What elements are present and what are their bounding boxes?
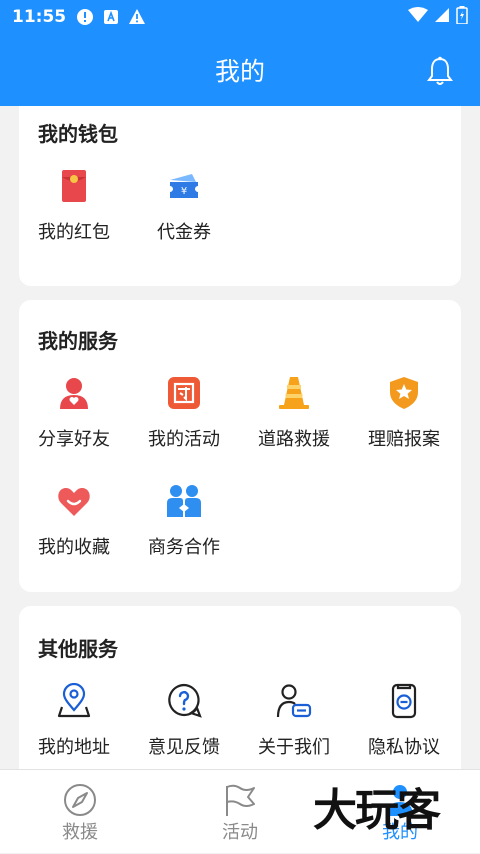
item-label: 代金券	[157, 222, 211, 243]
item-label: 关于我们	[258, 737, 330, 758]
status-time: 11:55	[12, 7, 67, 27]
services-card: 我的服务 分享好友 我的活动 道路救援 理赔报案 我的收藏 商务合作	[19, 300, 461, 592]
compass-icon	[62, 782, 98, 818]
services-title: 我的服务	[38, 329, 118, 353]
privacy-doc-icon	[349, 683, 459, 725]
svg-text:¥: ¥	[181, 186, 187, 197]
item-label: 我的收藏	[38, 537, 110, 558]
tab-activity[interactable]: 活动	[160, 770, 320, 854]
item-label: 我的红包	[38, 222, 110, 243]
item-label: 意见反馈	[148, 737, 220, 758]
service-item-share[interactable]: 分享好友	[19, 375, 129, 465]
item-label: 分享好友	[38, 429, 110, 450]
wallet-item-red-packet[interactable]: 我的红包	[19, 168, 129, 258]
red-packet-icon	[19, 168, 129, 210]
signal-icon	[434, 7, 450, 27]
other-item-about[interactable]: 关于我们	[239, 683, 349, 769]
status-bar: 11:55	[0, 0, 480, 34]
wallet-title: 我的钱包	[38, 122, 118, 146]
item-label: 商务合作	[148, 537, 220, 558]
wifi-icon	[408, 7, 428, 27]
tab-label: 救援	[62, 822, 98, 843]
service-item-activity[interactable]: 我的活动	[129, 375, 239, 465]
watermark-logo: 大玩客	[313, 785, 441, 836]
my-activity-icon	[129, 375, 239, 417]
app-bar: 我的	[0, 34, 480, 106]
item-label: 我的地址	[38, 737, 110, 758]
other-services-card: 其他服务 我的地址 意见反馈 关于我们 隐私协议	[19, 606, 461, 769]
tab-rescue[interactable]: 救援	[0, 770, 160, 854]
share-friend-icon	[19, 375, 129, 417]
feedback-icon	[129, 683, 239, 725]
flag-icon	[222, 782, 258, 818]
claim-shield-icon	[349, 375, 459, 417]
heart-icon	[19, 483, 129, 525]
wallet-item-voucher[interactable]: ¥ 代金券	[129, 168, 239, 258]
item-label: 道路救援	[258, 429, 330, 450]
other-item-address[interactable]: 我的地址	[19, 683, 129, 769]
bell-icon[interactable]	[426, 56, 454, 86]
a-box-icon	[102, 8, 120, 26]
page-title: 我的	[214, 57, 265, 86]
wallet-card: 我的钱包 我的红包 ¥ 代金券	[19, 106, 461, 286]
service-item-cooperation[interactable]: 商务合作	[129, 483, 239, 573]
tab-label: 活动	[222, 822, 258, 843]
item-label: 理赔报案	[368, 429, 440, 450]
item-label: 我的活动	[148, 429, 220, 450]
service-item-favorites[interactable]: 我的收藏	[19, 483, 129, 573]
other-title: 其他服务	[38, 637, 118, 661]
service-item-road-rescue[interactable]: 道路救援	[239, 375, 349, 465]
about-user-icon	[239, 683, 349, 725]
other-item-privacy[interactable]: 隐私协议	[349, 683, 459, 769]
item-label: 隐私协议	[368, 737, 440, 758]
content-area[interactable]: 我的钱包 我的红包 ¥ 代金券 我的服务 分享好友 我的活动 道路救援 理赔报案…	[0, 106, 480, 769]
alert-circle-icon	[76, 8, 94, 26]
traffic-cone-icon	[239, 375, 349, 417]
voucher-icon: ¥	[129, 168, 239, 210]
battery-charging-icon	[456, 6, 468, 28]
other-item-feedback[interactable]: 意见反馈	[129, 683, 239, 769]
warning-icon	[128, 8, 146, 26]
service-item-claim[interactable]: 理赔报案	[349, 375, 459, 465]
cooperation-icon	[129, 483, 239, 525]
location-pin-icon	[19, 683, 129, 725]
